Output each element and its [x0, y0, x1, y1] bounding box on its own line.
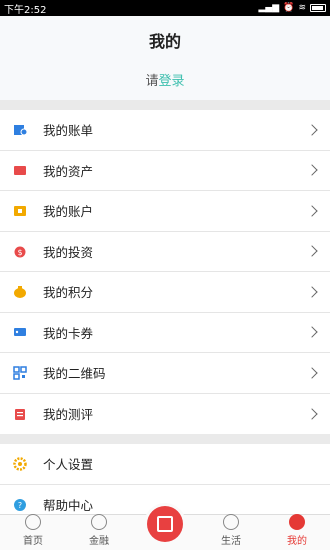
- home-icon: [25, 514, 41, 530]
- signal-icon: ▂▄▆: [258, 3, 280, 13]
- chevron-right-icon: [306, 286, 318, 298]
- scan-button[interactable]: [147, 506, 183, 542]
- assets-icon: [13, 163, 27, 177]
- chevron-right-icon: [306, 367, 318, 379]
- menu-item-assets[interactable]: 我的资产: [0, 151, 330, 191]
- coupon-icon: [13, 325, 27, 339]
- life-icon: [223, 514, 239, 530]
- chevron-right-icon: [306, 408, 318, 420]
- tab-profile[interactable]: 我的: [264, 514, 330, 550]
- tab-label: 金融: [89, 536, 109, 547]
- svg-text:$: $: [17, 248, 22, 257]
- login-prompt: 请登录: [0, 70, 330, 89]
- account-icon: [13, 204, 27, 218]
- tab-home[interactable]: 首页: [0, 514, 66, 550]
- menu-item-label: 我的积分: [43, 285, 94, 301]
- chevron-right-icon: [306, 245, 318, 257]
- points-icon: [13, 285, 27, 299]
- battery-icon: [310, 4, 326, 12]
- bill-icon: [13, 123, 27, 137]
- menu-item-label: 我的投资: [43, 244, 94, 260]
- svg-text:?: ?: [18, 501, 22, 510]
- profile-icon: [289, 514, 305, 530]
- menu-item-settings[interactable]: 个人设置: [0, 444, 330, 485]
- menu-group-account: 我的账单 我的资产 我的账户 $ 我的投资 我的积分 我的卡券 我的二维码 我的…: [0, 110, 330, 434]
- menu-item-label: 帮助中心: [43, 498, 94, 514]
- menu-item-label: 我的卡券: [43, 325, 94, 341]
- tab-label: 生活: [221, 536, 241, 547]
- alarm-icon: ⏰: [283, 3, 295, 13]
- wifi-icon: ≋: [298, 3, 306, 13]
- chevron-right-icon: [306, 164, 318, 176]
- menu-item-label: 个人设置: [43, 457, 94, 473]
- tab-life[interactable]: 生活: [198, 514, 264, 550]
- menu-item-label: 我的二维码: [43, 366, 106, 382]
- menu-item-coupon[interactable]: 我的卡券: [0, 313, 330, 353]
- menu-item-label: 我的账户: [43, 204, 94, 220]
- login-link[interactable]: 登录: [159, 74, 185, 89]
- tab-finance[interactable]: 金融: [66, 514, 132, 550]
- help-icon: ?: [13, 498, 27, 512]
- menu-item-label: 我的资产: [43, 163, 94, 179]
- status-icons: ▂▄▆ ⏰ ≋: [258, 3, 326, 13]
- chevron-right-icon: [306, 124, 318, 136]
- tab-label: 我的: [287, 536, 307, 547]
- gear-icon: [13, 457, 27, 471]
- investment-icon: $: [13, 244, 27, 258]
- menu-item-investment[interactable]: $ 我的投资: [0, 232, 330, 272]
- status-bar: 下午2:52 ▂▄▆ ⏰ ≋: [0, 0, 330, 16]
- profile-header: 我的 请登录: [0, 16, 330, 100]
- menu-item-label: 我的账单: [43, 123, 94, 139]
- evaluation-icon: [13, 407, 27, 421]
- finance-icon: [91, 514, 107, 530]
- menu-item-account[interactable]: 我的账户: [0, 191, 330, 232]
- login-prefix: 请: [145, 74, 159, 89]
- scan-icon: [157, 516, 173, 532]
- page-title: 我的: [148, 32, 181, 51]
- chevron-right-icon: [306, 326, 318, 338]
- menu-item-label: 我的测评: [43, 407, 94, 423]
- status-time: 下午2:52: [4, 4, 47, 16]
- chevron-right-icon: [306, 205, 318, 217]
- divider: [0, 100, 330, 110]
- qrcode-icon: [13, 366, 27, 380]
- menu-item-bill[interactable]: 我的账单: [0, 110, 330, 151]
- menu-item-evaluation[interactable]: 我的测评: [0, 394, 330, 435]
- menu-item-points[interactable]: 我的积分: [0, 272, 330, 313]
- tab-label: 首页: [23, 536, 43, 547]
- menu-item-qrcode[interactable]: 我的二维码: [0, 353, 330, 394]
